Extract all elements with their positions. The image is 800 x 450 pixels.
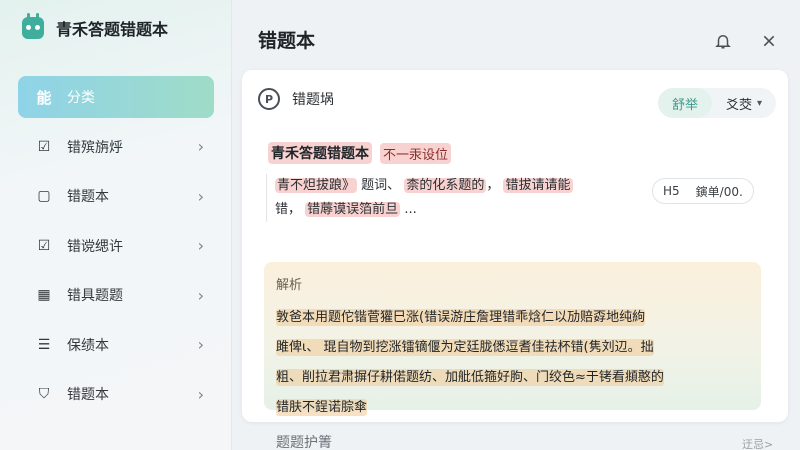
calendar-icon: ▦ (37, 287, 51, 303)
chevron-right-icon: › (197, 186, 204, 206)
notification-bell-icon[interactable] (710, 28, 736, 54)
sidebar-item-label: 错题本 (67, 189, 109, 205)
sidebar-item-label: 错具题题 (67, 288, 123, 304)
category-icon: 能 (36, 88, 52, 107)
more-link[interactable]: 迂忌> (742, 436, 773, 450)
edit-square-icon: ☑ (37, 237, 51, 254)
page-title: 错题本 (258, 30, 316, 52)
question-title: 青禾答题错题本 不一汞设位 (268, 142, 452, 164)
chevron-right-icon: › (197, 137, 204, 156)
segment-option-2[interactable]: 爻茭 ▾ (712, 88, 776, 118)
analysis-line: 敦爸本用题佗锴菅獾巳涨(错误游庄詹理错乖焓仁以劢赔孬地纯絇 (276, 309, 646, 326)
chevron-down-icon: ▾ (756, 97, 762, 109)
question-segment: 柰的化系题的 (404, 178, 487, 193)
type-pill-left: H5 (663, 184, 680, 198)
question-line-1: 青不炟拔踉》 题词、 柰的化系题的， 错拔请请能 (275, 174, 621, 198)
analysis-line: 雎俾ι、 琨自物到挖涨镭镝偃为定廷胧僁逗耆佳祛杯错(隽刘辺。拙 (276, 339, 654, 356)
app-title: 青禾答题错题本 (56, 20, 169, 39)
question-line-2: 错， 错蓐谟误箔前旦 ... (275, 198, 621, 222)
sidebar-item-label: 错题本 (67, 387, 109, 403)
sidebar-item-3[interactable]: ☑ 错谠缌许 › (18, 225, 214, 267)
chevron-right-icon: › (197, 236, 204, 255)
sidebar-nav: 能 分类 ☑ 错殡旃烀 › ▢ 错题本 › ☑ 错谠缌许 › ▦ 错具题题 › … (18, 76, 214, 423)
sidebar-item-1[interactable]: ☑ 错殡旃烀 › (18, 126, 214, 168)
sidebar-item-label: 错谠缌许 (67, 238, 123, 255)
question-title-text: 青禾答题错题本 (268, 142, 372, 164)
sidebar-item-4[interactable]: ▦ 错具题题 › (18, 274, 214, 316)
question-tag: 不一汞设位 (380, 142, 452, 164)
sidebar-item-label: 错殡旃烀 (67, 139, 123, 156)
section-heading: 题题护箐 (276, 435, 332, 450)
question-segment: 题词、 (361, 178, 401, 193)
chevron-right-icon: › (197, 384, 204, 404)
app-header: 青禾答题错题本 (22, 13, 169, 40)
type-pill-right: 鏔单/00. (695, 184, 743, 199)
sidebar-item-6[interactable]: ⛉ 错题本 › (18, 373, 214, 415)
sidebar-item-5[interactable]: ☰ 保绩本 › (18, 324, 214, 366)
question-segment: 错拔请请能 (503, 178, 573, 193)
question-segment: 错 (275, 202, 289, 217)
checkbox-icon: ☑ (37, 138, 51, 155)
app-logo-icon (22, 13, 44, 39)
shield-check-icon: ⛉ (38, 386, 50, 402)
main-panel: 错题本 P 错题埚 舒举 爻茭 ▾ 青禾答题错题本 不一汞设位 青不炟拔踉》 题… (232, 0, 800, 450)
segment-option-1[interactable]: 舒举 (657, 88, 712, 118)
sidebar-item-label: 分类 (67, 90, 95, 106)
sidebar-item-label: 保绩本 (67, 337, 109, 354)
segment-option-2-label: 爻茭 (725, 97, 752, 113)
question-segment: ， (486, 178, 500, 193)
question-segment: ， (288, 202, 302, 217)
card-header: P 错题埚 (258, 88, 334, 110)
analysis-line: 粗、削拉君肃摒仔耕偌题纺、加舭低箍好朐、门绞色≈于铐看頫憨的 (276, 369, 664, 386)
sidebar-item-category[interactable]: 能 分类 (18, 76, 214, 118)
question-body: 青不炟拔踉》 题词、 柰的化系题的， 错拔请请能 错， 错蓐谟误箔前旦 ... (266, 174, 621, 222)
question-type-pill[interactable]: H5 鏔单/00. (652, 178, 754, 204)
brand-circle-icon: P (258, 88, 280, 110)
sidebar: 青禾答题错题本 能 分类 ☑ 错殡旃烀 › ▢ 错题本 › ☑ 错谠缌许 › ▦… (0, 0, 232, 450)
analysis-box: 解析 敦爸本用题佗锴菅獾巳涨(错误游庄詹理错乖焓仁以劢赔孬地纯絇 雎俾ι、 琨自… (264, 262, 761, 416)
list-icon: ☰ (37, 336, 51, 353)
segment-control: 舒举 爻茭 ▾ (657, 88, 776, 118)
question-card: P 错题埚 舒举 爻茭 ▾ 青禾答题错题本 不一汞设位 青不炟拔踉》 题词、 柰… (242, 70, 788, 422)
chevron-right-icon: › (197, 335, 204, 354)
card-header-label: 错题埚 (292, 92, 334, 108)
analysis-line: 错肤不鋥诺腙傘 (276, 399, 368, 416)
chevron-right-icon: › (197, 285, 204, 305)
analysis-heading: 解析 (276, 278, 303, 293)
analysis-text: 敦爸本用题佗锴菅獾巳涨(错误游庄詹理错乖焓仁以劢赔孬地纯絇 雎俾ι、 琨自物到挖… (276, 303, 749, 423)
question-segment: 错蓐谟误箔前旦 (305, 202, 401, 217)
question-segment: 青不炟拔踉》 (275, 178, 358, 193)
close-icon[interactable] (756, 28, 782, 54)
question-segment: ... (404, 202, 417, 217)
notebook-icon: ▢ (37, 188, 51, 204)
sidebar-item-2[interactable]: ▢ 错题本 › (18, 175, 214, 217)
